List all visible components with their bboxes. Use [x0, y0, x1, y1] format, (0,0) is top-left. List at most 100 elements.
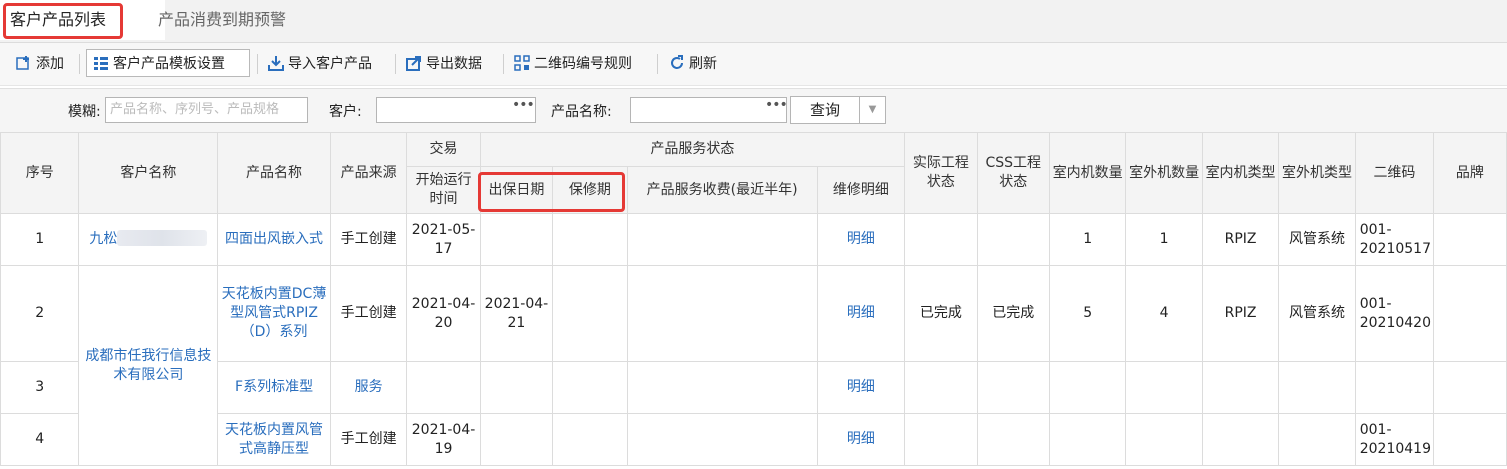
- header-brand[interactable]: 品牌: [1433, 132, 1507, 214]
- cell-warranty: [552, 265, 628, 362]
- table-row[interactable]: 3 F系列标准型 服务 明细: [0, 361, 1507, 414]
- cell-product-link[interactable]: 天花板内置DC薄型风管式RPIZ（D）系列: [217, 265, 331, 362]
- header-indoor-count[interactable]: 室内机数量: [1048, 132, 1127, 214]
- header-product[interactable]: 产品名称: [217, 132, 331, 214]
- header-start-time[interactable]: 开始运行时间: [406, 166, 481, 214]
- header-indoor-type[interactable]: 室内机类型: [1201, 132, 1280, 214]
- product-lookup-button[interactable]: •••: [765, 97, 788, 113]
- toolbar: 添加 客户产品模板设置 导入客户产品 导出数据 二维码编号规则 刷新: [0, 43, 1507, 86]
- header-eng-status[interactable]: 实际工程状态: [904, 132, 978, 214]
- cell-seq: 4: [0, 413, 80, 466]
- cell-qrcode: [1354, 361, 1435, 414]
- product-table: 序号 客户名称 产品名称 产品来源 交易 产品服务状态 实际工程状态 CSS工程…: [0, 132, 1507, 469]
- cell-ship: 2021-04-21: [479, 265, 554, 362]
- import-icon: [268, 56, 284, 71]
- cell-warranty: [552, 361, 628, 414]
- cell-indoor-count: [1048, 413, 1127, 466]
- cell-indoor-count: 5: [1048, 265, 1127, 362]
- header-seq[interactable]: 序号: [0, 132, 80, 214]
- cell-indoor-type: [1201, 361, 1280, 414]
- redacted-text: [117, 230, 208, 246]
- cell-product-link[interactable]: 天花板内置风管式高静压型: [217, 413, 331, 466]
- cell-customer-merged[interactable]: 成都市任我行信息技术有限公司: [78, 265, 219, 466]
- product-name-input[interactable]: [630, 97, 787, 123]
- cell-source: 手工创建: [329, 213, 408, 266]
- cell-warranty: [552, 213, 628, 266]
- cell-css-status: [976, 413, 1050, 466]
- cell-eng-status: [904, 213, 978, 266]
- header-service-fee[interactable]: 产品服务收费(最近半年): [626, 166, 818, 214]
- cell-qrcode: 001-20210517: [1354, 213, 1435, 266]
- cell-css-status: [976, 361, 1050, 414]
- header-repair[interactable]: 维修明细: [816, 166, 906, 214]
- add-button[interactable]: 添加: [16, 51, 64, 77]
- cell-product-link[interactable]: 四面出风嵌入式: [217, 213, 331, 266]
- cell-outdoor-type: [1278, 413, 1356, 466]
- cell-css-status: 已完成: [976, 265, 1050, 362]
- cell-eng-status: [904, 361, 978, 414]
- chevron-down-icon[interactable]: ▼: [860, 96, 886, 124]
- repair-detail-link[interactable]: 明细: [816, 413, 906, 466]
- cell-indoor-count: [1048, 361, 1127, 414]
- refresh-icon: [671, 55, 683, 69]
- repair-detail-link[interactable]: 明细: [816, 213, 906, 266]
- table-row[interactable]: 4 天花板内置风管式高静压型 手工创建 2021-04-19 明细 001-20…: [0, 413, 1507, 466]
- cell-outdoor-count: [1125, 361, 1203, 414]
- fuzzy-search-input[interactable]: 产品名称、序列号、产品规格: [105, 97, 308, 123]
- cell-product-link[interactable]: F系列标准型: [217, 361, 331, 414]
- cell-fee: [626, 265, 818, 362]
- toolbar-divider: [395, 54, 396, 74]
- toolbar-divider: [79, 54, 80, 74]
- table-row[interactable]: 2 成都市任我行信息技术有限公司 天花板内置DC薄型风管式RPIZ（D）系列 手…: [0, 265, 1507, 466]
- cell-start: [406, 361, 481, 414]
- cell-eng-status: 已完成: [904, 265, 978, 362]
- cell-fee: [626, 413, 818, 466]
- tab-expiry-warning[interactable]: 产品消费到期预警: [158, 0, 286, 40]
- toolbar-divider: [257, 54, 258, 74]
- template-settings-label[interactable]: 客户产品模板设置: [93, 51, 225, 77]
- highlight-box-tab: [3, 3, 123, 39]
- tab-customer-product-list[interactable]: 客户产品列表: [0, 0, 165, 40]
- refresh-button[interactable]: 刷新: [669, 51, 717, 77]
- repair-detail-link[interactable]: 明细: [816, 265, 906, 362]
- header-qrcode[interactable]: 二维码: [1354, 132, 1435, 214]
- cell-css-status: [976, 213, 1050, 266]
- cell-outdoor-count: 1: [1125, 213, 1203, 266]
- customer-lookup-button[interactable]: •••: [512, 97, 535, 113]
- repair-detail-link[interactable]: 明细: [816, 361, 906, 414]
- highlight-box-service-columns: [478, 172, 625, 212]
- cell-brand: [1433, 265, 1507, 362]
- header-outdoor-count[interactable]: 室外机数量: [1125, 132, 1203, 214]
- header-customer[interactable]: 客户名称: [78, 132, 219, 214]
- tab-bar: 客户产品列表 产品消费到期预警: [0, 0, 1507, 43]
- header-outdoor-type[interactable]: 室外机类型: [1278, 132, 1356, 214]
- import-button[interactable]: 导入客户产品: [268, 51, 372, 77]
- cell-indoor-type: RPIZ: [1201, 213, 1280, 266]
- table-row[interactable]: 1 九松 四面出风嵌入式 手工创建 2021-05-17 明细 1 1 RPIZ…: [0, 213, 1507, 266]
- query-button[interactable]: 查询: [790, 96, 860, 124]
- header-source[interactable]: 产品来源: [329, 132, 408, 214]
- cell-source-link[interactable]: 服务: [329, 361, 408, 414]
- cell-indoor-type: [1201, 413, 1280, 466]
- cell-seq: 3: [0, 361, 80, 414]
- cell-qrcode: 001-20210420: [1354, 265, 1435, 362]
- cell-start: 2021-04-20: [406, 265, 481, 362]
- cell-outdoor-type: 风管系统: [1278, 213, 1356, 266]
- cell-qrcode: 001-20210419: [1354, 413, 1435, 466]
- cell-ship: [479, 361, 554, 414]
- export-button[interactable]: 导出数据: [406, 51, 482, 77]
- cell-outdoor-count: 4: [1125, 265, 1203, 362]
- cell-source: 手工创建: [329, 265, 408, 362]
- cell-indoor-type: RPIZ: [1201, 265, 1280, 362]
- cell-customer[interactable]: 九松: [78, 213, 219, 266]
- qrcode-rule-button[interactable]: 二维码编号规则: [514, 51, 632, 77]
- cell-brand: [1433, 413, 1507, 466]
- cell-source: 手工创建: [329, 413, 408, 466]
- header-service-group: 产品服务状态: [479, 132, 906, 167]
- add-icon: [16, 56, 29, 70]
- header-css-status[interactable]: CSS工程状态: [976, 132, 1050, 214]
- cell-start: 2021-04-19: [406, 413, 481, 466]
- cell-fee: [626, 361, 818, 414]
- cell-start: 2021-05-17: [406, 213, 481, 266]
- cell-outdoor-type: 风管系统: [1278, 265, 1356, 362]
